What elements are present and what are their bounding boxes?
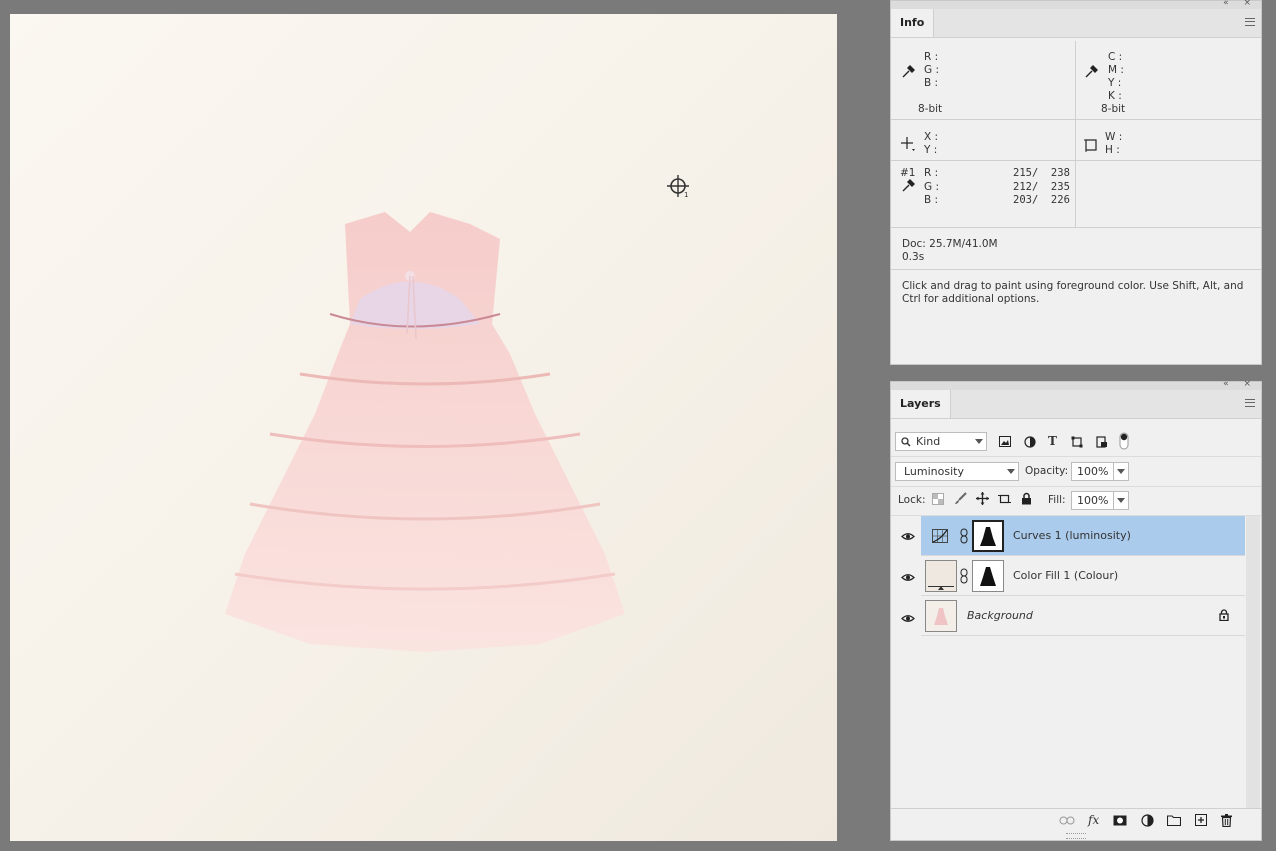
link-chain-icon[interactable] (960, 528, 968, 544)
link-layers-icon[interactable] (1059, 816, 1075, 825)
filter-kind-dropdown[interactable]: Kind (895, 432, 987, 451)
curves-adjustment-icon (932, 529, 948, 543)
sampler-r-value: 215/ 238 (1013, 167, 1070, 179)
link-chain-icon[interactable] (960, 568, 968, 584)
tab-layers[interactable]: Layers (891, 390, 951, 418)
rgb-g-label: G : (924, 64, 940, 76)
filter-adjustment-icon[interactable] (1024, 436, 1036, 448)
document-canvas[interactable]: 1 (10, 14, 837, 841)
rgb-b-label: B : (924, 77, 939, 89)
cmyk-k-label: K : (1108, 90, 1122, 102)
sampler-eyedropper-icon (902, 179, 915, 192)
filter-type-icon[interactable]: T (1048, 435, 1057, 448)
sampler-b-label: B : (924, 194, 939, 206)
layers-bottom-toolbar: fx (891, 808, 1261, 833)
layer-lock-icon (1219, 609, 1229, 621)
lock-transparent-icon[interactable] (932, 493, 944, 505)
cmyk-c-label: C : (1108, 51, 1123, 63)
filter-toggle-icon[interactable] (1118, 432, 1130, 450)
new-adjustment-layer-icon[interactable] (1141, 814, 1154, 827)
opacity-dropdown[interactable] (1113, 462, 1129, 481)
filter-pixel-icon[interactable] (999, 436, 1011, 447)
layer-name-color-fill[interactable]: Color Fill 1 (Colour) (1013, 569, 1118, 582)
color-fill-thumbnail[interactable] (925, 560, 957, 592)
fill-label: Fill: (1048, 494, 1066, 506)
cmyk-m-label: M : (1108, 64, 1124, 76)
blend-mode-value: Luminosity (904, 465, 964, 478)
background-thumbnail[interactable] (925, 600, 957, 632)
collapse-close-icon[interactable]: « × (1223, 0, 1257, 8)
color-sampler-target-icon[interactable]: 1 (666, 174, 690, 198)
visibility-eye-icon[interactable] (901, 573, 915, 582)
rgb-r-label: R : (924, 51, 939, 63)
lock-all-icon[interactable] (1021, 492, 1032, 505)
visibility-eye-icon[interactable] (901, 614, 915, 623)
info-tabbar: Info (891, 9, 1261, 38)
opacity-value: 100% (1077, 465, 1109, 478)
layer-list: Curves 1 (luminosity) Color Fill 1 (Colo… (891, 516, 1261, 808)
filter-smartobject-icon[interactable] (1096, 436, 1108, 448)
fill-value: 100% (1077, 494, 1109, 507)
layer-row-curves[interactable]: Curves 1 (luminosity) (921, 516, 1245, 556)
sampler-b-value: 203/ 226 (1013, 194, 1070, 206)
cmyk-bit-depth: 8-bit (1101, 103, 1126, 115)
layers-collapse-close-icon[interactable]: « × (1223, 379, 1257, 389)
layer-name-curves[interactable]: Curves 1 (luminosity) (1013, 529, 1131, 542)
new-layer-icon[interactable] (1195, 814, 1207, 826)
search-icon (901, 437, 911, 447)
layers-menu-icon[interactable] (1245, 399, 1255, 407)
timing: 0.3s (902, 251, 925, 263)
filter-shape-icon[interactable] (1071, 436, 1083, 448)
visibility-eye-icon[interactable] (901, 532, 915, 541)
eyedropper-icon[interactable] (901, 65, 915, 79)
selection-size-icon (1084, 139, 1097, 152)
opacity-label: Opacity: (1025, 465, 1069, 477)
lock-pixels-brush-icon[interactable] (954, 492, 967, 505)
eyedropper-cmyk-icon[interactable] (1084, 65, 1098, 79)
sampler-r-label: R : (924, 167, 939, 179)
delete-layer-trash-icon[interactable] (1221, 814, 1232, 827)
panel-resize-grip[interactable] (1066, 833, 1086, 839)
layers-panel: « × Layers Kind T Luminosity Opacity: 10… (890, 379, 1262, 841)
layers-tabbar: Layers (891, 390, 1261, 419)
layer-row-background[interactable]: Background (921, 596, 1245, 636)
x-label: X : (924, 131, 939, 143)
panel-topbar: « × (891, 0, 1261, 9)
add-mask-icon[interactable] (1113, 815, 1127, 826)
tab-info[interactable]: Info (891, 9, 935, 37)
panel-menu-icon[interactable] (1245, 18, 1255, 26)
new-group-folder-icon[interactable] (1167, 815, 1181, 826)
info-panel: « × Info R : G : B : 8-bit C : M : Y : K… (890, 0, 1262, 365)
tool-hint-line1: Click and drag to paint using foreground… (902, 280, 1244, 292)
pink-dress-photo (225, 212, 625, 652)
lock-position-move-icon[interactable] (976, 492, 989, 505)
fx-icon[interactable]: fx (1088, 814, 1099, 827)
blend-mode-dropdown[interactable]: Luminosity (895, 462, 1019, 481)
y-label: Y : (924, 144, 938, 156)
layer-row-color-fill[interactable]: Color Fill 1 (Colour) (921, 556, 1245, 596)
layer-mask-thumbnail[interactable] (972, 520, 1004, 552)
filter-kind-value: Kind (916, 435, 941, 448)
sampler-g-label: G : (924, 181, 940, 193)
fill-dropdown[interactable] (1113, 491, 1129, 510)
tool-hint-line2: Ctrl for additional options. (902, 293, 1040, 305)
rgb-bit-depth: 8-bit (918, 103, 943, 115)
lock-label: Lock: (898, 494, 926, 506)
h-label: H : (1105, 144, 1120, 156)
doc-size: Doc: 25.7M/41.0M (902, 238, 998, 250)
sampler-g-value: 212/ 235 (1013, 181, 1070, 193)
lock-artboard-icon[interactable] (998, 493, 1011, 505)
svg-text:1: 1 (684, 191, 688, 198)
layers-scrollbar[interactable] (1246, 516, 1260, 808)
color-fill-mask-thumbnail[interactable] (972, 560, 1004, 592)
crosshair-icon (901, 137, 915, 151)
w-label: W : (1105, 131, 1123, 143)
layers-topbar: « × (891, 379, 1261, 390)
cmyk-y-label: Y : (1108, 77, 1122, 89)
layer-name-background[interactable]: Background (967, 609, 1033, 622)
